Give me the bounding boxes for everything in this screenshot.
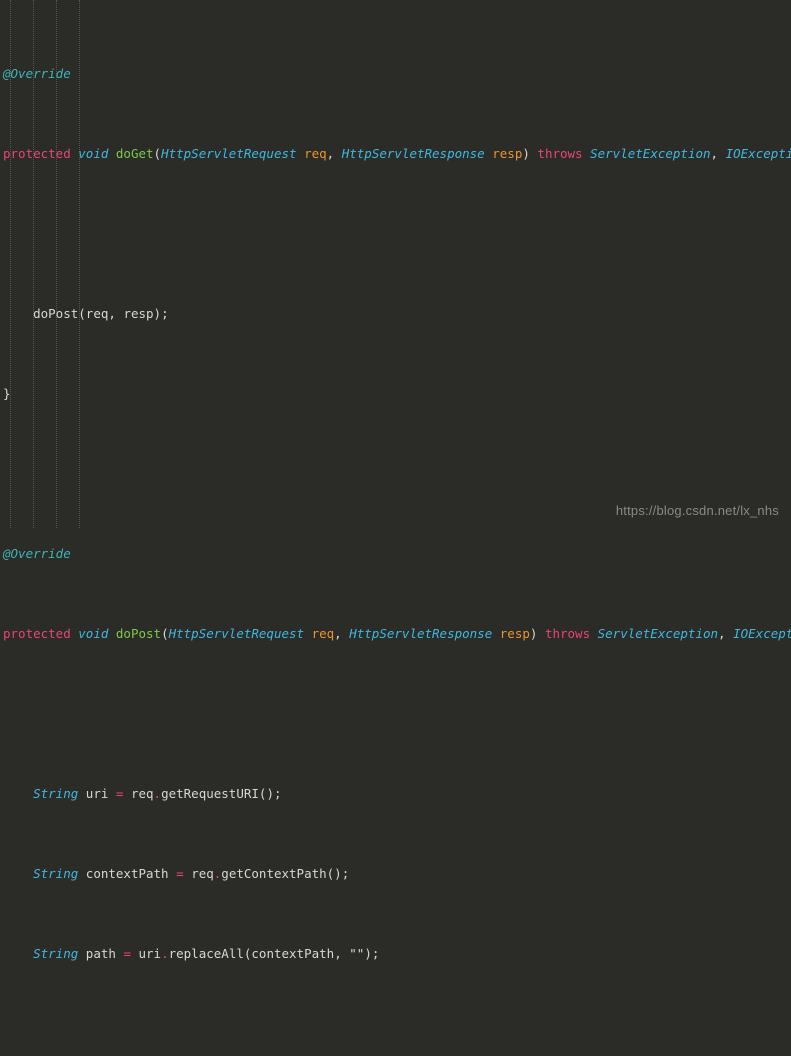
arg-req: req — [85, 306, 109, 321]
keyword-throws: throws — [537, 146, 583, 161]
assign-op: = — [115, 786, 124, 801]
type-servletexception: ServletException — [590, 146, 711, 161]
var-contextpath: contextPath — [85, 866, 169, 881]
type-ioexception: IOException — [733, 626, 791, 641]
annotation-token: @Override — [3, 546, 71, 561]
dot: . — [161, 946, 169, 961]
comma: , — [108, 306, 124, 321]
dot: . — [213, 866, 222, 881]
assign-op: = — [123, 946, 131, 961]
keyword-protected: protected — [3, 146, 71, 161]
comma: , — [710, 146, 726, 161]
code-line: protected void doPost(HttpServletRequest… — [0, 624, 791, 644]
ref-req: req — [191, 866, 214, 881]
call-getcontextpath: getContextPath — [221, 866, 327, 881]
keyword-protected: protected — [3, 626, 71, 641]
closing-brace: } — [3, 386, 11, 401]
code-line: } — [0, 384, 791, 404]
annotation-token: @Override — [3, 66, 71, 81]
code-content[interactable]: @Override protected void doGet(HttpServl… — [0, 4, 791, 1056]
ref-req: req — [130, 786, 154, 801]
type-httpservletresponse: HttpServletResponse — [349, 626, 493, 641]
call-getrequesturi: getRequestURI — [161, 786, 259, 801]
comma: , — [334, 626, 350, 641]
arg-contextpath: contextPath — [251, 946, 335, 961]
paren: ( — [78, 306, 86, 321]
keyword-void: void — [78, 626, 109, 641]
type-string: String — [33, 786, 79, 801]
method-name-dopost: doPost — [115, 626, 162, 641]
param-resp: resp — [499, 626, 530, 641]
paren: ( — [243, 946, 252, 961]
paren: (); — [258, 786, 282, 801]
code-line: String uri = req.getRequestURI(); — [0, 784, 791, 804]
type-ioexception: IOException — [725, 146, 791, 161]
dot: . — [153, 786, 162, 801]
paren: ); — [364, 946, 380, 961]
paren: ( — [161, 626, 169, 641]
type-servletexception: ServletException — [597, 626, 719, 641]
type-string: String — [33, 866, 79, 881]
code-line: @Override — [0, 64, 791, 84]
param-req: req — [311, 626, 335, 641]
comma: , — [718, 626, 734, 641]
keyword-throws: throws — [544, 626, 591, 641]
type-httpservletrequest: HttpServletRequest — [168, 626, 305, 641]
param-req: req — [304, 146, 327, 161]
keyword-void: void — [78, 146, 109, 161]
string-literal-empty: "" — [349, 946, 365, 961]
comma: , — [326, 146, 342, 161]
watermark-url: https://blog.csdn.net/lx_nhs — [615, 503, 779, 518]
assign-op: = — [176, 866, 184, 881]
code-line: @Override — [0, 544, 791, 564]
ref-uri: uri — [138, 946, 162, 961]
code-line: String contextPath = req.getContextPath(… — [0, 864, 791, 884]
type-string: String — [33, 946, 79, 961]
comma: , — [334, 946, 350, 961]
paren: ( — [153, 146, 162, 161]
call-dopost: doPost — [33, 306, 79, 321]
arg-resp: resp — [123, 306, 154, 321]
code-line: String path = uri.replaceAll(contextPath… — [0, 944, 791, 964]
type-httpservletresponse: HttpServletResponse — [341, 146, 485, 161]
paren: ) — [529, 626, 545, 641]
method-name-doget: doGet — [115, 146, 154, 161]
type-httpservletrequest: HttpServletRequest — [161, 146, 297, 161]
code-editor-pane[interactable]: @Override protected void doGet(HttpServl… — [0, 0, 791, 961]
var-uri: uri — [85, 786, 109, 801]
call-replaceall: replaceAll — [168, 946, 244, 961]
code-line: doPost(req, resp); — [0, 304, 791, 324]
paren: ); — [153, 306, 169, 321]
paren: ) — [522, 146, 538, 161]
code-line: protected void doGet(HttpServletRequest … — [0, 144, 791, 164]
param-resp: resp — [492, 146, 523, 161]
paren: (); — [326, 866, 350, 881]
var-path: path — [85, 946, 116, 961]
